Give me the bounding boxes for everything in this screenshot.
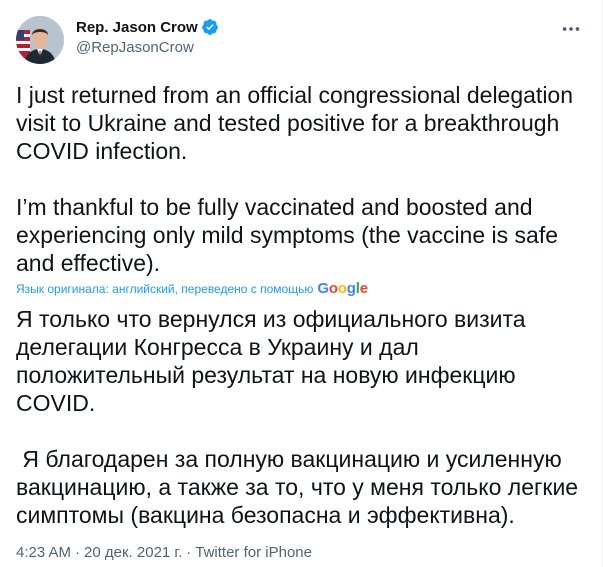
separator: · [75,544,81,561]
author-handle[interactable]: @RepJasonCrow [76,39,219,56]
tweet-metadata: 4:23 AM · 20 дек. 2021 г. · Twitter for … [16,544,312,561]
profile-photo [16,16,64,64]
translation-notice[interactable]: Язык оригинала: английский, переведено с… [16,280,368,297]
tweet-source[interactable]: Twitter for iPhone [195,544,312,561]
verified-badge-icon [201,19,218,35]
more-options-icon[interactable] [560,18,582,40]
author-name[interactable]: Rep. Jason Crow [76,19,198,36]
separator: · [186,544,192,561]
tweet-text-original: I just returned from an official congres… [16,82,574,276]
tweet-time[interactable]: 4:23 AM [16,544,71,561]
translation-notice-text: Язык оригинала: английский, переведено с… [16,281,314,296]
google-logo: Google [317,280,368,297]
tweet-card: Rep. Jason Crow @RepJasonCrow I just ret… [0,0,603,567]
tweet-text-translated: Я только что вернулся из официального ви… [16,306,579,528]
name-row: Rep. Jason Crow [76,17,219,37]
avatar[interactable] [16,16,64,64]
author-block: Rep. Jason Crow @RepJasonCrow [76,17,219,56]
tweet-date[interactable]: 20 дек. 2021 г. [84,544,182,561]
